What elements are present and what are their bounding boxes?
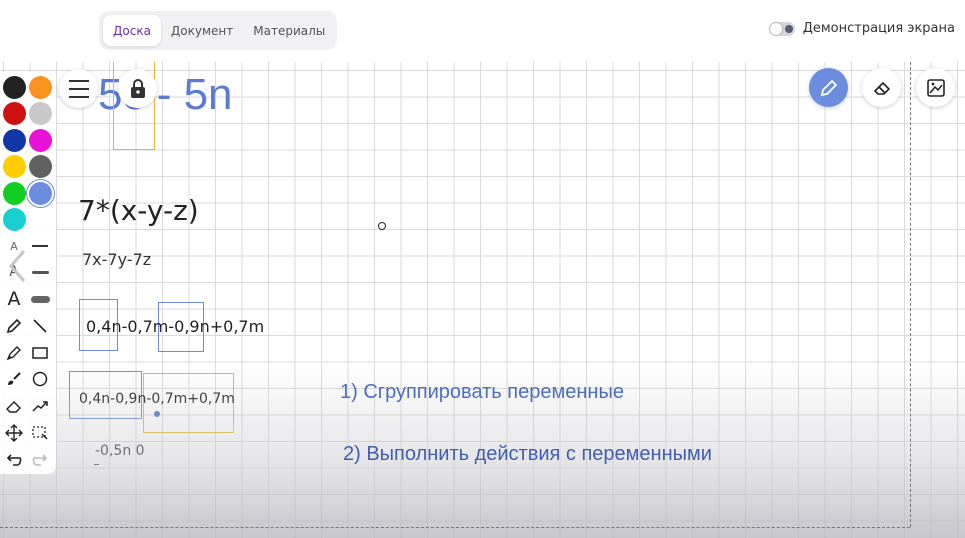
step-1-text: 1) Сгруппировать переменные xyxy=(340,381,624,403)
trend-arrow-icon xyxy=(32,401,48,412)
expression-result: -0,5n 0 xyxy=(95,443,145,459)
color-swatch-green[interactable] xyxy=(3,182,26,205)
top-bar: Доска Документ Материалы Демонстрация эк… xyxy=(0,0,965,62)
line-medium-icon xyxy=(31,270,49,274)
eraser-icon xyxy=(6,401,21,413)
select-icon xyxy=(32,426,48,440)
line-thick-icon xyxy=(30,295,50,303)
line-thin-tool[interactable] xyxy=(28,234,52,258)
tab-materials[interactable]: Материалы xyxy=(243,15,335,46)
text-size-large-tool[interactable]: A xyxy=(2,287,26,311)
selection-dot xyxy=(154,411,160,417)
lock-icon xyxy=(130,78,145,98)
line-medium-tool[interactable] xyxy=(28,260,52,284)
eraser-icon xyxy=(873,81,890,95)
lock-button[interactable] xyxy=(118,69,157,108)
rectangle-icon xyxy=(32,347,48,359)
expression-expanded: 7x-7y-7z xyxy=(82,250,152,269)
color-swatch-yellow[interactable] xyxy=(3,155,26,178)
pencil-tool[interactable] xyxy=(2,314,26,338)
screen-share-control[interactable]: Демонстрация экрана xyxy=(768,21,955,36)
text-large-label: A xyxy=(7,288,21,310)
expression-line-1: 0,4n-0,7m-0,9n+0,7m xyxy=(86,317,265,336)
marker-icon xyxy=(6,346,21,361)
screen-share-label: Демонстрация экрана xyxy=(802,21,955,36)
circle-tool[interactable] xyxy=(28,367,52,391)
marker-tool[interactable] xyxy=(2,341,26,365)
chevron-left-icon xyxy=(9,250,26,282)
eraser-small-tool[interactable] xyxy=(2,394,26,418)
expression-main: 7*(x-y-z) xyxy=(78,194,199,227)
pencil-icon xyxy=(6,318,22,334)
select-tool[interactable] xyxy=(28,421,52,445)
line-tool[interactable] xyxy=(28,314,52,338)
move-tool[interactable] xyxy=(2,421,26,445)
circle-icon xyxy=(32,371,48,387)
color-swatch-black[interactable] xyxy=(3,76,26,99)
color-swatch-blue[interactable] xyxy=(3,129,26,152)
pencil-icon xyxy=(820,79,837,96)
rectangle-tool[interactable] xyxy=(28,341,52,365)
redo-button[interactable] xyxy=(28,448,52,472)
color-swatch-light-blue[interactable] xyxy=(29,182,52,205)
color-swatch-magenta[interactable] xyxy=(29,129,52,152)
tab-group: Доска Документ Материалы xyxy=(99,11,337,50)
expression-line-2: 0,4n-0,9n-0,7m+0,7m xyxy=(79,391,235,407)
menu-button[interactable] xyxy=(59,69,98,108)
canvas-border-right xyxy=(910,62,911,527)
menu-icon xyxy=(68,79,89,98)
line-thin-icon xyxy=(32,245,48,247)
image-icon xyxy=(926,78,945,97)
color-swatch-gray-dark[interactable] xyxy=(29,155,52,178)
line-icon xyxy=(33,319,47,333)
color-swatch-red[interactable] xyxy=(3,102,26,125)
canvas-border-bottom xyxy=(0,527,910,528)
color-swatch-orange[interactable] xyxy=(29,76,52,99)
arrow-tool[interactable] xyxy=(28,394,52,418)
pen-mode-button[interactable] xyxy=(809,68,848,107)
insert-image-button[interactable] xyxy=(916,68,955,107)
whiteboard-canvas[interactable]: 5c - 5n 7*(x-y-z) 7x-7y-7z 0,4n-0,7m-0,9… xyxy=(0,62,965,538)
brush-tool[interactable] xyxy=(2,367,26,391)
tab-document[interactable]: Документ xyxy=(161,15,243,46)
step-2-text: 2) Выполнить действия с переменными xyxy=(343,443,712,465)
line-thick-tool[interactable] xyxy=(28,287,52,311)
result-dash xyxy=(94,464,99,465)
collapse-panel-button[interactable] xyxy=(6,248,28,284)
undo-button[interactable] xyxy=(2,448,26,472)
redo-icon xyxy=(32,454,48,466)
move-icon xyxy=(5,424,23,442)
tab-board[interactable]: Доска xyxy=(103,15,161,46)
color-swatch-gray-light[interactable] xyxy=(29,102,52,125)
cursor-marker xyxy=(378,222,386,230)
undo-icon xyxy=(6,454,22,466)
color-swatch-cyan[interactable] xyxy=(3,208,26,231)
brush-icon xyxy=(8,372,21,385)
screen-share-toggle[interactable] xyxy=(768,21,795,36)
eraser-button[interactable] xyxy=(862,68,901,107)
